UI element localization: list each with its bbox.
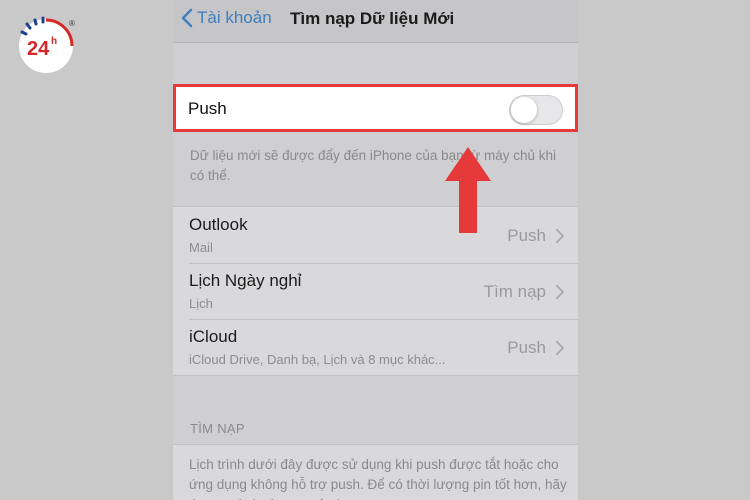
account-row-holidays[interactable]: Lịch Ngày nghỉ Lịch Tìm nạp bbox=[173, 263, 578, 319]
chevron-right-icon bbox=[556, 341, 564, 355]
push-label: Push bbox=[188, 99, 227, 118]
back-label: Tài khoản bbox=[197, 8, 272, 27]
accounts-list: Outlook Mail Push Lịch Ngày nghỉ Lịch Tì… bbox=[173, 206, 578, 376]
push-toggle[interactable] bbox=[509, 95, 563, 125]
account-row-outlook[interactable]: Outlook Mail Push bbox=[173, 207, 578, 263]
account-subtitle: Lịch bbox=[189, 296, 213, 311]
fetch-description-row: Lịch trình dưới đây được sử dụng khi pus… bbox=[173, 444, 578, 500]
fetch-description: Lịch trình dưới đây được sử dụng khi pus… bbox=[189, 457, 567, 500]
logo-text: 24 bbox=[27, 38, 50, 60]
account-subtitle: Mail bbox=[189, 240, 213, 255]
back-button[interactable]: Tài khoản bbox=[181, 8, 272, 28]
account-subtitle: iCloud Drive, Danh bạ, Lịch và 8 mục khá… bbox=[189, 352, 446, 367]
account-row-icloud[interactable]: iCloud iCloud Drive, Danh bạ, Lịch và 8 … bbox=[173, 319, 578, 375]
page-title: Tìm nạp Dữ liệu Mới bbox=[290, 9, 455, 28]
svg-text:h: h bbox=[51, 36, 57, 47]
fetch-section-header: TÌM NẠP bbox=[190, 421, 245, 436]
chevron-right-icon bbox=[556, 229, 564, 243]
arrow-up-icon bbox=[445, 147, 491, 233]
chevron-right-icon bbox=[556, 285, 564, 299]
push-footnote: Dữ liệu mới sẽ được đẩy đến iPhone của b… bbox=[190, 148, 556, 183]
phone-screen: Tài khoản Tìm nạp Dữ liệu Mới Push Dữ li… bbox=[173, 0, 578, 500]
account-fetch-mode: Push bbox=[507, 338, 546, 357]
toggle-knob bbox=[511, 97, 537, 123]
account-fetch-mode: Push bbox=[507, 226, 546, 245]
brand-logo: 24 h ® bbox=[14, 14, 78, 78]
account-fetch-mode: Tìm nạp bbox=[483, 282, 546, 301]
chevron-left-icon bbox=[181, 8, 193, 28]
push-row: Push bbox=[173, 84, 578, 132]
navigation-bar: Tài khoản Tìm nạp Dữ liệu Mới bbox=[173, 0, 578, 43]
account-name: Lịch Ngày nghỉ bbox=[189, 271, 302, 290]
account-name: iCloud bbox=[189, 327, 238, 346]
svg-text:®: ® bbox=[69, 19, 75, 28]
account-name: Outlook bbox=[189, 215, 248, 234]
